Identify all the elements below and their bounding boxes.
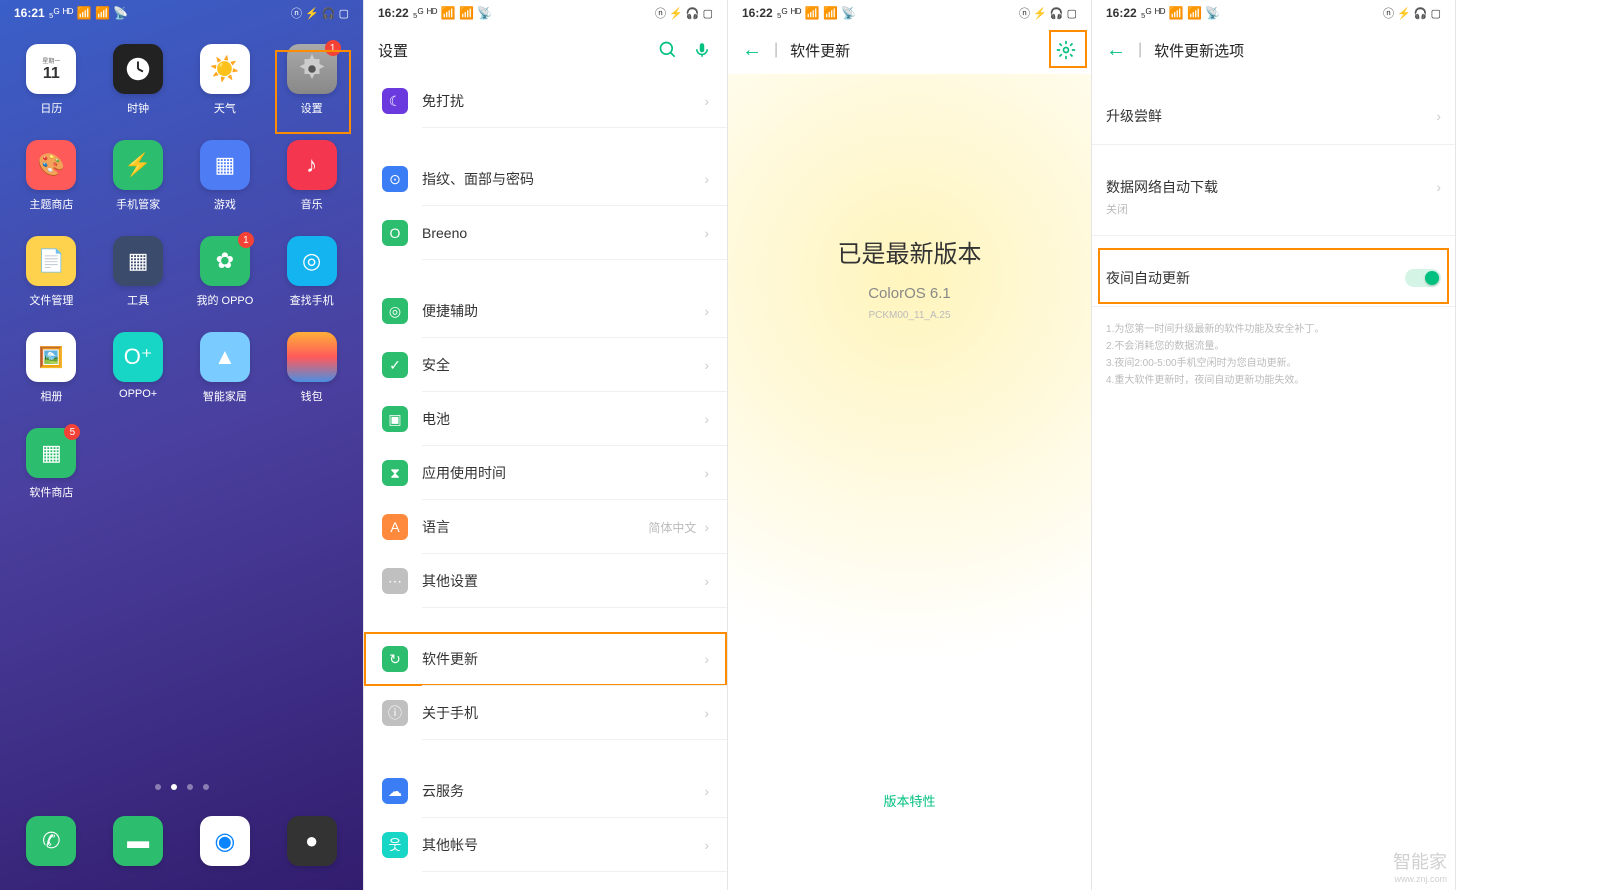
page-title: 设置	[378, 40, 408, 61]
status-bar: 16:22 ₅ᴳ ᴴᴰ 📶 📶 📡 ⓝ ⚡ 🎧 ▢	[364, 0, 727, 26]
option-night-auto-update[interactable]: 夜间自动更新	[1092, 250, 1455, 307]
settings-row-指纹、面部与密码[interactable]: ⊙指纹、面部与密码›	[364, 152, 727, 206]
option-auto-download[interactable]: 数据网络自动下载 › 关闭	[1092, 159, 1455, 236]
search-icon[interactable]	[657, 39, 679, 61]
app-手机管家[interactable]: ⚡手机管家	[95, 140, 182, 236]
option-upgrade-preview[interactable]: 升级尝鲜 ›	[1092, 88, 1455, 145]
options-header: ← | 软件更新选项	[1092, 26, 1455, 74]
settings-header: 设置	[364, 26, 727, 74]
chevron-icon: ›	[1436, 179, 1441, 195]
os-version: ColorOS 6.1	[868, 285, 951, 302]
watermark: 智能家www.znj.com	[1393, 848, 1447, 884]
status-bar: 16:22 ₅ᴳ ᴴᴰ 📶 📶 📡 ⓝ ⚡ 🎧 ▢	[1092, 0, 1455, 26]
page-title: 软件更新	[790, 40, 850, 61]
dock-camera[interactable]: ●	[287, 816, 337, 866]
settings-row-其他设置[interactable]: ⋯其他设置›	[364, 554, 727, 608]
version-features-link[interactable]: 版本特性	[728, 791, 1091, 810]
app-日历[interactable]: 星期一11日历	[8, 44, 95, 140]
settings-row-电池[interactable]: ▣电池›	[364, 392, 727, 446]
settings-row-语言[interactable]: A语言简体中文›	[364, 500, 727, 554]
homescreen-panel: 16:21 ₅ᴳ ᴴᴰ 📶 📶 📡 ⓝ ⚡ 🎧 ▢ 星期一11日历时钟☀️天气1…	[0, 0, 364, 890]
app-工具[interactable]: ▦工具	[95, 236, 182, 332]
settings-row-关于手机[interactable]: ⓘ关于手机›	[364, 686, 727, 740]
settings-row-应用使用时间[interactable]: ⧗应用使用时间›	[364, 446, 727, 500]
build-number: PCKM00_11_A.25	[868, 310, 950, 321]
status-bar: 16:22 ₅ᴳ ᴴᴰ 📶 📶 📡 ⓝ ⚡ 🎧 ▢	[728, 0, 1091, 26]
back-icon[interactable]: ←	[742, 39, 762, 62]
settings-row-Breeno[interactable]: OBreeno›	[364, 206, 727, 260]
app-钱包[interactable]: 钱包	[268, 332, 355, 428]
software-update-panel: 16:22 ₅ᴳ ᴴᴰ 📶 📶 📡 ⓝ ⚡ 🎧 ▢ ← | 软件更新 已是最新版…	[728, 0, 1092, 890]
update-body: 已是最新版本 ColorOS 6.1 PCKM00_11_A.25	[728, 74, 1091, 890]
voice-icon[interactable]	[691, 39, 713, 61]
back-icon[interactable]: ←	[1106, 39, 1126, 62]
app-OPPO+[interactable]: O⁺OPPO+	[95, 332, 182, 428]
update-options-panel: 16:22 ₅ᴳ ᴴᴰ 📶 📶 📡 ⓝ ⚡ 🎧 ▢ ← | 软件更新选项 升级尝…	[1092, 0, 1456, 890]
app-我的 OPPO[interactable]: ✿1我的 OPPO	[182, 236, 269, 332]
settings-row-其他帐号[interactable]: 웃其他帐号›	[364, 818, 727, 872]
app-时钟[interactable]: 时钟	[95, 44, 182, 140]
settings-row-免打扰[interactable]: ☾免打扰›	[364, 74, 727, 128]
app-查找手机[interactable]: ◎查找手机	[268, 236, 355, 332]
night-update-toggle[interactable]	[1405, 269, 1441, 287]
app-文件管理[interactable]: 📄文件管理	[8, 236, 95, 332]
dock-browser[interactable]: ◉	[200, 816, 250, 866]
gear-icon[interactable]	[1055, 39, 1077, 61]
app-设置[interactable]: 1设置	[268, 44, 355, 140]
settings-panel: 16:22 ₅ᴳ ᴴᴰ 📶 📶 📡 ⓝ ⚡ 🎧 ▢ 设置 ☾免打扰› ⊙指纹、面部…	[364, 0, 728, 890]
settings-row-云服务[interactable]: ☁云服务›	[364, 764, 727, 818]
dock-messages[interactable]: ▬	[113, 816, 163, 866]
app-相册[interactable]: 🖼️相册	[8, 332, 95, 428]
settings-row-软件更新[interactable]: ↻软件更新›	[364, 632, 727, 686]
status-bar: 16:21 ₅ᴳ ᴴᴰ 📶 📶 📡 ⓝ ⚡ 🎧 ▢	[0, 0, 363, 26]
chevron-icon: ›	[1436, 108, 1441, 124]
update-header: ← | 软件更新	[728, 26, 1091, 74]
app-天气[interactable]: ☀️天气	[182, 44, 269, 140]
page-dots[interactable]	[0, 774, 363, 800]
app-智能家居[interactable]: ▲智能家居	[182, 332, 269, 428]
app-音乐[interactable]: ♪音乐	[268, 140, 355, 236]
settings-row-便捷辅助[interactable]: ◎便捷辅助›	[364, 284, 727, 338]
apps-grid: 星期一11日历时钟☀️天气1设置 🎨主题商店⚡手机管家▦游戏♪音乐 📄文件管理▦工具…	[0, 26, 363, 774]
notes-text: 1.为您第一时间升级最新的软件功能及安全补丁。2.不会消耗您的数据流量。3.夜间…	[1092, 307, 1455, 403]
page-title: 软件更新选项	[1154, 40, 1244, 61]
dock-phone[interactable]: ✆	[26, 816, 76, 866]
settings-list: ☾免打扰› ⊙指纹、面部与密码›OBreeno› ◎便捷辅助›✓安全›▣电池›⧗应用…	[364, 74, 727, 890]
settings-row-安全[interactable]: ✓安全›	[364, 338, 727, 392]
update-status-text: 已是最新版本	[838, 234, 982, 269]
app-主题商店[interactable]: 🎨主题商店	[8, 140, 95, 236]
app-游戏[interactable]: ▦游戏	[182, 140, 269, 236]
app-软件商店[interactable]: ▦5软件商店	[8, 428, 95, 524]
dock: ✆ ▬ ◉ ●	[0, 800, 363, 890]
